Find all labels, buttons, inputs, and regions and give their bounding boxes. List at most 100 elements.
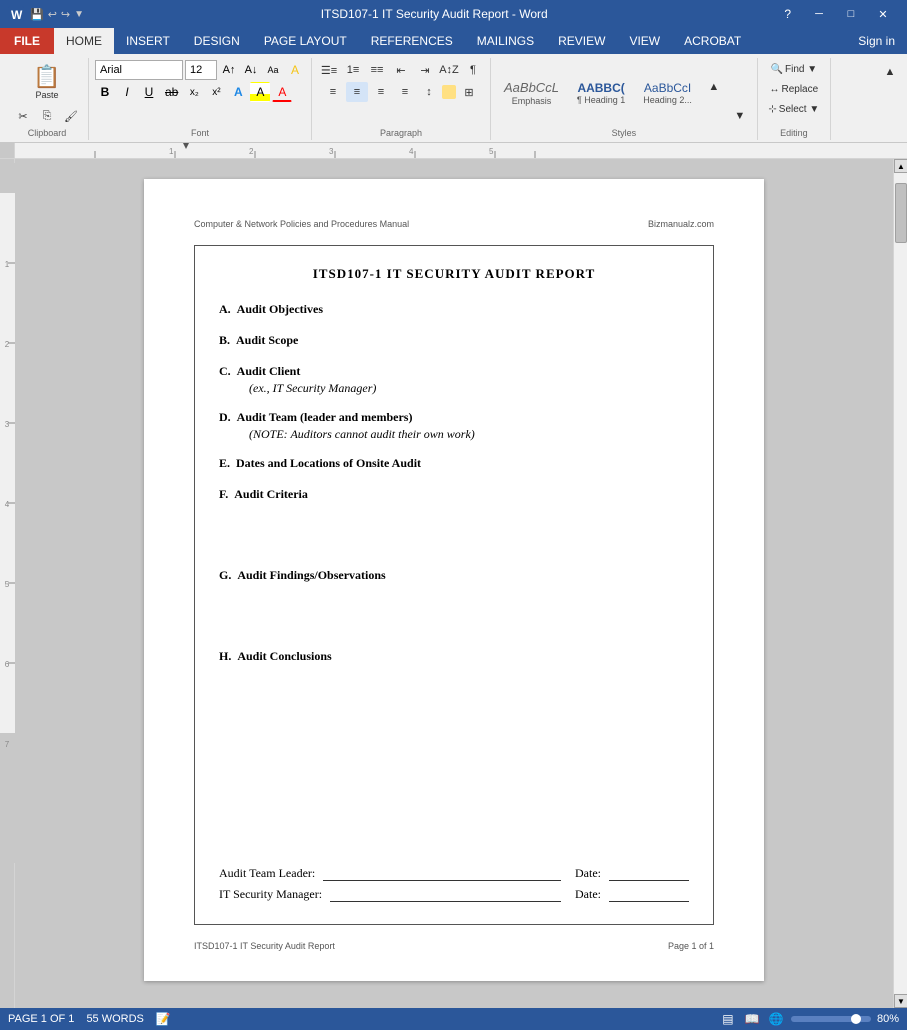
tab-view[interactable]: VIEW bbox=[617, 28, 672, 54]
cut-button[interactable]: ✂ bbox=[12, 106, 34, 126]
text-effects-button[interactable]: A bbox=[228, 82, 248, 102]
zoom-thumb bbox=[851, 1014, 861, 1024]
bold-button[interactable]: B bbox=[95, 82, 115, 102]
scrollbar-thumb[interactable] bbox=[895, 183, 907, 243]
clear-format-button[interactable]: Aa bbox=[263, 60, 283, 80]
paste-button[interactable]: 📋 Paste bbox=[29, 60, 64, 104]
align-right-button[interactable]: ≡ bbox=[370, 82, 392, 102]
save-icon[interactable]: 💾 bbox=[30, 8, 44, 21]
tab-mailings[interactable]: MAILINGS bbox=[465, 28, 546, 54]
select-button[interactable]: ⊹ Select ▼ bbox=[764, 100, 824, 118]
quick-access-toolbar: 💾 ↩ ↪ ▼ bbox=[30, 8, 84, 21]
superscript-button[interactable]: x² bbox=[206, 82, 226, 102]
section-f: F. Audit Criteria bbox=[219, 487, 689, 554]
tab-file[interactable]: FILE bbox=[0, 28, 54, 54]
scroll-up-button[interactable]: ▲ bbox=[894, 159, 907, 173]
underline-button[interactable]: U bbox=[139, 82, 159, 102]
increase-indent-button[interactable]: ⇥ bbox=[414, 60, 436, 80]
heading1-preview: AABBC( bbox=[577, 81, 624, 95]
sig-date-underline-1 bbox=[609, 867, 689, 881]
style-heading2[interactable]: AaBbCcI Heading 2... bbox=[636, 78, 699, 108]
format-painter-button[interactable]: 🖌 bbox=[60, 106, 82, 126]
font-grow-button[interactable]: A↑ bbox=[219, 60, 239, 80]
text-highlight-button[interactable]: A bbox=[285, 60, 305, 80]
strikethrough-button[interactable]: ab bbox=[161, 82, 182, 102]
sort-button[interactable]: A↕Z bbox=[438, 60, 460, 80]
tab-home[interactable]: HOME bbox=[54, 28, 114, 54]
print-layout-view[interactable]: ▤ bbox=[719, 1010, 737, 1028]
styles-content: AaBbCcL Emphasis AABBC( ¶ Heading 1 AaBb… bbox=[497, 58, 751, 128]
copy-button[interactable]: ⎘ bbox=[36, 106, 58, 126]
right-scrollbar[interactable]: ▲ ▼ bbox=[893, 159, 907, 1008]
track-changes-icon[interactable]: 📝 bbox=[156, 1012, 171, 1026]
show-marks-button[interactable]: ¶ bbox=[462, 60, 484, 80]
web-layout-view[interactable]: 🌐 bbox=[767, 1010, 785, 1028]
replace-button[interactable]: ↔ Replace bbox=[764, 80, 824, 98]
tab-references[interactable]: REFERENCES bbox=[359, 28, 465, 54]
undo-icon[interactable]: ↩ bbox=[48, 8, 57, 21]
close-button[interactable]: ✕ bbox=[867, 0, 899, 28]
font-shrink-button[interactable]: A↓ bbox=[241, 60, 261, 80]
section-g-heading: G. Audit Findings/Observations bbox=[219, 568, 689, 583]
status-right: ▤ 📖 🌐 80% bbox=[719, 1010, 899, 1028]
section-g: G. Audit Findings/Observations bbox=[219, 568, 689, 635]
collapse-ribbon-button[interactable]: ▲ bbox=[879, 62, 901, 82]
style-emphasis[interactable]: AaBbCcL Emphasis bbox=[497, 77, 566, 109]
paste-label: Paste bbox=[35, 90, 58, 100]
page-wrapper: Computer & Network Policies and Procedur… bbox=[144, 179, 764, 988]
clipboard-label: Clipboard bbox=[28, 128, 67, 140]
line-spacing-button[interactable]: ↕ bbox=[418, 82, 440, 102]
align-center-button[interactable]: ≡ bbox=[346, 82, 368, 102]
customize-icon[interactable]: ▼ bbox=[74, 9, 84, 20]
tab-insert[interactable]: INSERT bbox=[114, 28, 182, 54]
styles-scroll-up[interactable]: ▲ bbox=[703, 77, 725, 97]
content-area[interactable]: Computer & Network Policies and Procedur… bbox=[15, 159, 893, 1008]
svg-text:2: 2 bbox=[4, 340, 9, 349]
document-page: Computer & Network Policies and Procedur… bbox=[144, 179, 764, 981]
heading1-label: ¶ Heading 1 bbox=[577, 95, 625, 105]
italic-button[interactable]: I bbox=[117, 82, 137, 102]
heading2-preview: AaBbCcI bbox=[644, 81, 691, 95]
help-button[interactable]: ? bbox=[784, 7, 791, 21]
align-left-button[interactable]: ≡ bbox=[322, 82, 344, 102]
tab-page-layout[interactable]: PAGE LAYOUT bbox=[252, 28, 359, 54]
window-controls: ─ □ ✕ bbox=[803, 0, 899, 28]
font-size-input[interactable] bbox=[185, 60, 217, 80]
title-bar-left: W 💾 ↩ ↪ ▼ bbox=[8, 6, 84, 22]
numbering-button[interactable]: 1≡ bbox=[342, 60, 364, 80]
font-color-button[interactable]: A bbox=[272, 82, 292, 102]
zoom-slider[interactable] bbox=[791, 1016, 871, 1022]
borders-button[interactable]: ⊞ bbox=[458, 82, 480, 102]
sig-label-2: IT Security Manager: bbox=[219, 887, 322, 902]
find-button[interactable]: 🔍 Find ▼ bbox=[764, 60, 824, 78]
style-heading1[interactable]: AABBC( ¶ Heading 1 bbox=[570, 78, 632, 108]
styles-more-button[interactable]: ▼ bbox=[729, 106, 751, 126]
paragraph-label: Paragraph bbox=[380, 128, 422, 140]
redo-icon[interactable]: ↪ bbox=[61, 8, 70, 21]
minimize-button[interactable]: ─ bbox=[803, 0, 835, 28]
decrease-indent-button[interactable]: ⇤ bbox=[390, 60, 412, 80]
scroll-down-button[interactable]: ▼ bbox=[894, 994, 907, 1008]
section-c-heading: C. Audit Client bbox=[219, 364, 689, 379]
sign-in-button[interactable]: Sign in bbox=[846, 28, 907, 54]
document-title: ITSD107-1 IT Security Audit Report - Wor… bbox=[84, 7, 784, 21]
tab-acrobat[interactable]: ACROBAT bbox=[672, 28, 753, 54]
multilevel-button[interactable]: ≡≡ bbox=[366, 60, 388, 80]
justify-button[interactable]: ≡ bbox=[394, 82, 416, 102]
read-mode-view[interactable]: 📖 bbox=[743, 1010, 761, 1028]
scrollbar-track[interactable] bbox=[894, 173, 907, 994]
bullets-button[interactable]: ☰≡ bbox=[318, 60, 340, 80]
tab-review[interactable]: REVIEW bbox=[546, 28, 617, 54]
shading-button[interactable] bbox=[442, 85, 456, 99]
text-highlight-color-button[interactable]: A bbox=[250, 82, 270, 102]
font-name-input[interactable] bbox=[95, 60, 183, 80]
select-icon: ⊹ bbox=[768, 104, 776, 115]
maximize-button[interactable]: □ bbox=[835, 0, 867, 28]
subscript-button[interactable]: x₂ bbox=[184, 82, 204, 102]
ribbon: FILE HOME INSERT DESIGN PAGE LAYOUT REFE… bbox=[0, 28, 907, 143]
svg-text:2: 2 bbox=[249, 147, 254, 156]
para-row2: ≡ ≡ ≡ ≡ ↕ ⊞ bbox=[322, 82, 480, 102]
document-title-heading: ITSD107-1 IT SECURITY AUDIT REPORT bbox=[219, 266, 689, 282]
tab-design[interactable]: DESIGN bbox=[182, 28, 252, 54]
section-c: C. Audit Client (ex., IT Security Manage… bbox=[219, 364, 689, 396]
